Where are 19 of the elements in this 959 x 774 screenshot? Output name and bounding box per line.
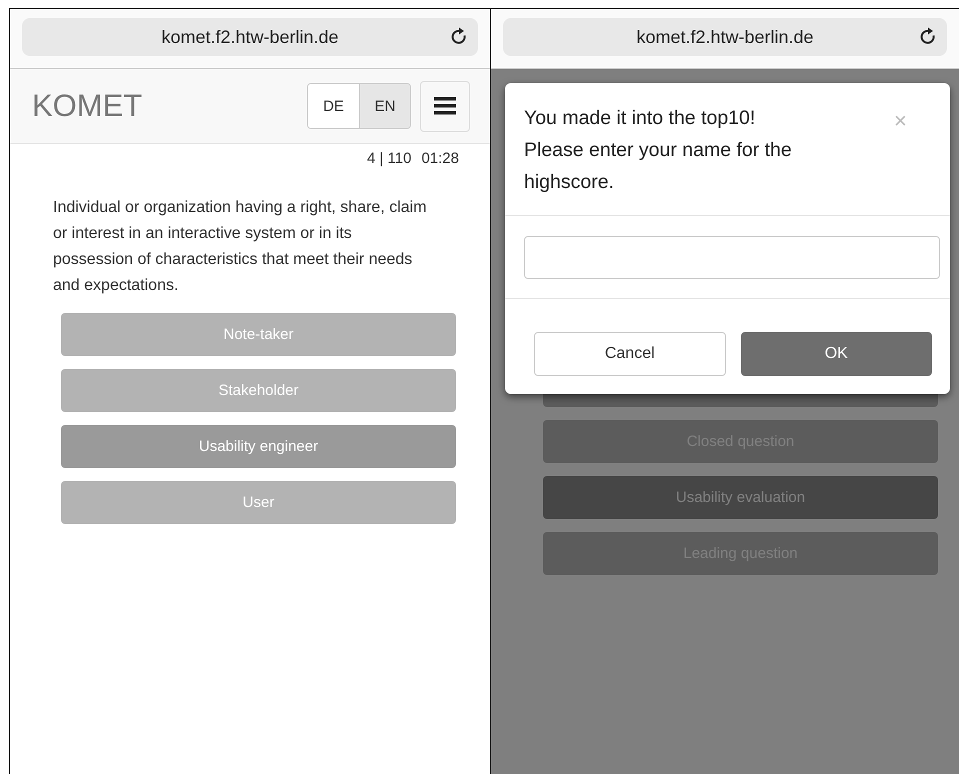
reload-icon[interactable] xyxy=(919,27,937,47)
question-text: Individual or organization having a right, share, claim or interest in an interactive system or in its possession of characteristics that meet their needs and expectations. xyxy=(53,198,428,296)
dialog-title: You made it into the top10! Please enter your name for the highscore. xyxy=(524,106,793,195)
timer: 01:28 xyxy=(421,150,459,167)
progress-count: 4 | 110 xyxy=(366,150,412,167)
answer-button[interactable]: Note-taker xyxy=(61,313,456,356)
menu-icon xyxy=(434,97,456,115)
answer-button[interactable]: Stakeholder xyxy=(61,369,456,412)
answer-button[interactable]: User xyxy=(61,481,456,524)
name-input-field[interactable] xyxy=(524,236,940,279)
answer-button[interactable]: Usability engineer xyxy=(61,425,456,468)
reload-icon[interactable] xyxy=(450,27,468,47)
language-button[interactable]: EN xyxy=(359,84,410,128)
ok-button[interactable]: OK xyxy=(740,332,932,376)
cancel-button[interactable]: Cancel xyxy=(534,332,726,376)
app-logo: KOMET xyxy=(32,88,144,124)
menu-button[interactable] xyxy=(420,80,470,132)
close-button[interactable]: × xyxy=(894,108,907,134)
language-button[interactable]: DE xyxy=(308,84,359,128)
